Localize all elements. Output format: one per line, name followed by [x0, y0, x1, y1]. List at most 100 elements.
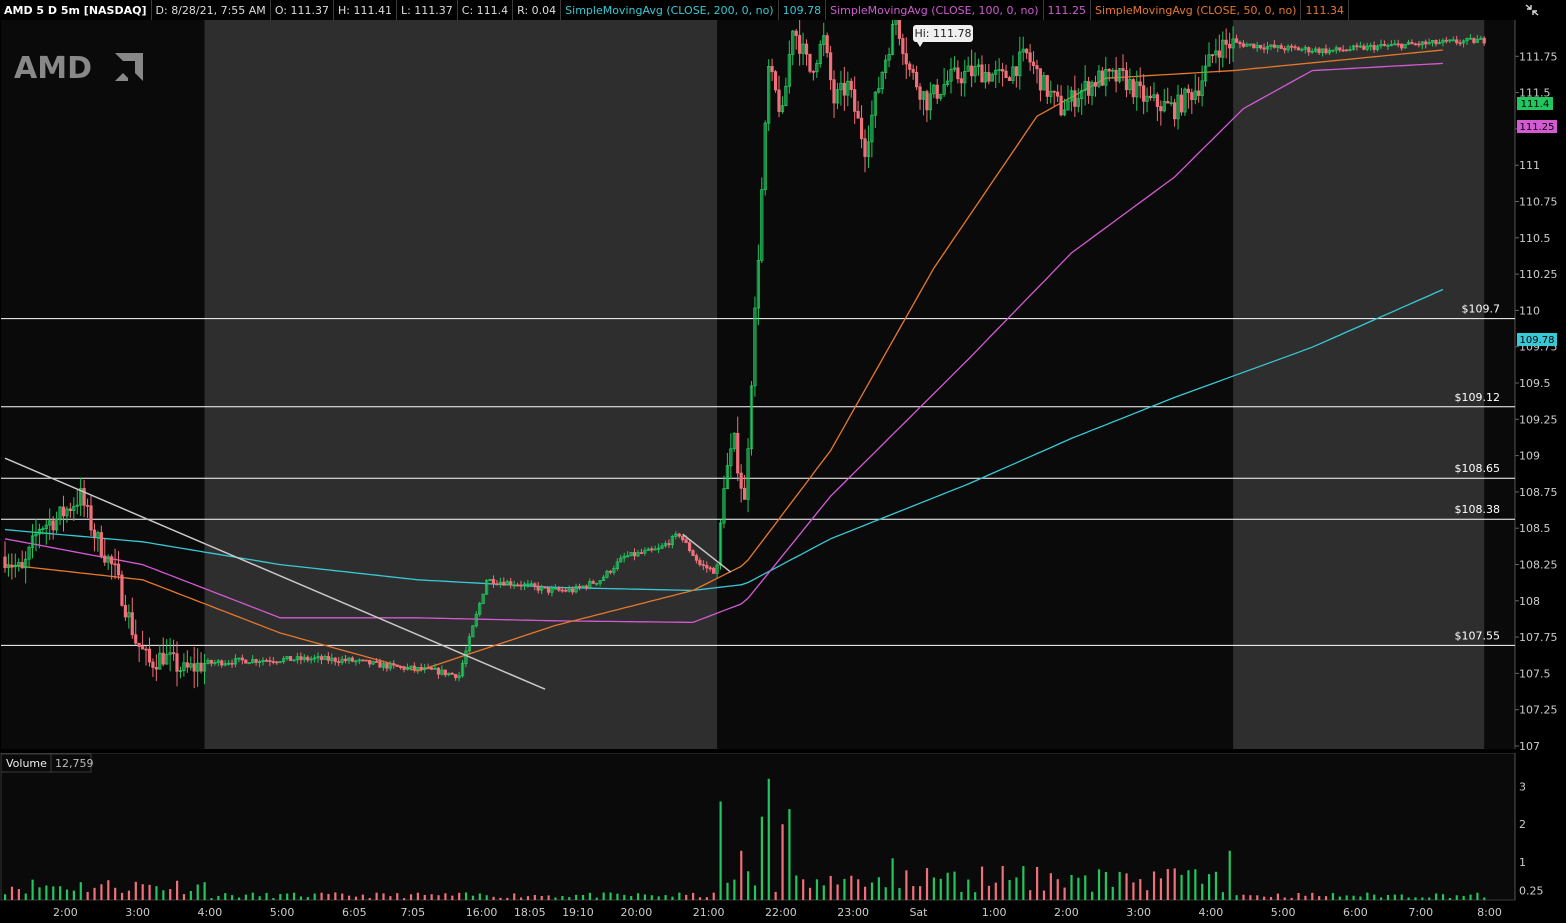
volume-bar — [17, 889, 20, 900]
candle-body — [708, 567, 712, 570]
price-tick-label: 108 — [1519, 595, 1540, 608]
volume-value: 12,759 — [55, 757, 94, 770]
volume-bar — [692, 892, 695, 900]
volume-bar — [79, 882, 82, 900]
candle-body — [681, 535, 685, 541]
candle-body — [608, 570, 613, 573]
volume-bar — [815, 879, 819, 900]
candle-body — [1458, 42, 1462, 45]
candle-body — [632, 552, 637, 557]
volume-bar — [1393, 894, 1396, 900]
volume-bar — [382, 893, 385, 900]
volume-bar — [905, 870, 908, 900]
volume-bar — [1001, 865, 1004, 900]
candle-body — [230, 662, 234, 665]
time-tick-label: 8:00 — [1477, 906, 1502, 919]
volume-bar — [747, 871, 750, 900]
candle-body — [161, 652, 165, 665]
volume-chart[interactable]: Volume 12,759 3 2 1 0.25 — [0, 753, 1566, 901]
symbol-label[interactable]: AMD 5 D 5m [NASDAQ] — [0, 0, 152, 20]
volume-bar — [898, 888, 901, 900]
candle-body — [904, 53, 908, 65]
volume-bar — [987, 885, 991, 900]
candle-body — [519, 584, 523, 587]
candle-body — [842, 82, 846, 96]
candle-body — [1434, 40, 1438, 45]
volume-bar — [1146, 890, 1149, 900]
volume-bar — [1331, 893, 1335, 900]
sma100-label[interactable]: SimpleMovingAvg (CLOSE, 100, 0, no) — [826, 0, 1044, 20]
volume-bar — [1029, 890, 1032, 900]
price-chart[interactable]: 111.75111.5111.25111110.75110.5110.25110… — [0, 20, 1566, 750]
volume-bar — [361, 894, 364, 900]
candle-body — [1455, 39, 1459, 44]
candle-body — [677, 533, 681, 537]
volume-bar — [643, 894, 647, 900]
candle-body — [829, 52, 833, 81]
volume-bar — [403, 898, 406, 900]
candle-body — [1413, 43, 1417, 46]
volume-bar — [416, 892, 419, 900]
price-tick-label: 110.25 — [1519, 268, 1558, 281]
volume-bar — [478, 893, 481, 900]
volume-bar — [506, 897, 509, 900]
volume-bar — [740, 850, 743, 900]
candle-body — [712, 567, 716, 574]
volume-bar — [939, 878, 942, 900]
candle-body — [849, 80, 853, 90]
candle-body — [856, 110, 860, 119]
candle-body — [144, 648, 148, 651]
time-axis: 2:00 3:00 4:00 5:00 6:05 7:05 16:00 18:05 19:10 2… — [53, 906, 1502, 919]
volume-bar — [712, 892, 715, 900]
volume-bar — [38, 887, 41, 900]
volume-bar — [822, 885, 825, 900]
candle-body — [1001, 69, 1005, 72]
sma200-badge: 109.78 — [1520, 335, 1555, 346]
volume-bar — [1304, 895, 1307, 900]
candle-body — [51, 520, 55, 531]
time-tick-label: 5:00 — [1271, 906, 1296, 919]
volume-bar — [1228, 850, 1231, 900]
sma200-label[interactable]: SimpleMovingAvg (CLOSE, 200, 0, no) — [561, 0, 779, 20]
volume-bar — [994, 882, 997, 900]
candle-body — [515, 584, 520, 587]
price-tick-label: 109.25 — [1519, 413, 1558, 426]
sma50-label[interactable]: SimpleMovingAvg (CLOSE, 50, 0, no) — [1091, 0, 1302, 20]
volume-bar — [1242, 894, 1245, 900]
candle-body — [859, 117, 864, 140]
volume-bar — [1441, 894, 1445, 900]
volume-bar — [10, 886, 14, 900]
candle-body — [808, 53, 812, 72]
volume-bar — [141, 884, 144, 900]
volume-bar — [836, 884, 839, 900]
candle-body — [1052, 90, 1056, 93]
candle-body — [1424, 41, 1428, 45]
volume-bar — [1139, 879, 1142, 900]
candle-body — [271, 661, 275, 663]
volume-bar — [499, 897, 502, 900]
volume-bar — [210, 898, 213, 900]
candle-body — [687, 542, 692, 551]
volume-bar — [1311, 892, 1314, 900]
candle-body — [120, 574, 124, 606]
candle-body — [1025, 48, 1029, 54]
volume-bar — [1269, 896, 1273, 900]
volume-bar — [877, 877, 880, 900]
candle-body — [192, 663, 196, 672]
candle-body — [694, 555, 699, 561]
candle-body — [509, 581, 513, 586]
candle-body — [454, 673, 458, 679]
volume-bar — [664, 895, 667, 900]
volume-bar — [72, 890, 75, 900]
candle-body — [429, 667, 434, 670]
collapse-icon[interactable] — [1524, 3, 1540, 17]
candle-body — [1362, 45, 1366, 50]
candle-body — [1307, 47, 1311, 53]
volume-bar — [471, 895, 475, 900]
volume-bar — [1084, 875, 1087, 900]
volume-bar — [960, 891, 963, 900]
candle-body — [533, 583, 537, 587]
candle-body — [299, 656, 303, 660]
candle-body — [1155, 94, 1159, 107]
candle-body — [794, 30, 798, 36]
